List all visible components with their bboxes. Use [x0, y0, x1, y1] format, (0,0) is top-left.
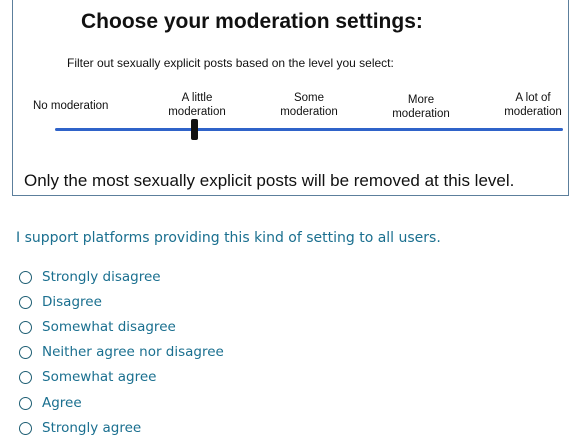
option-label: Somewhat disagree [42, 319, 176, 335]
option-label: Strongly disagree [42, 269, 161, 285]
level-description: Only the most sexually explicit posts wi… [24, 171, 515, 190]
level-label-none: No moderation [33, 99, 108, 113]
option-label: Neither agree nor disagree [42, 344, 224, 360]
option-label: Disagree [42, 294, 102, 310]
option-disagree[interactable]: Disagree [19, 292, 102, 312]
moderation-slider-handle[interactable] [191, 119, 198, 140]
moderation-settings-panel: Choose your moderation settings: Filter … [12, 0, 569, 196]
level-label-line2: moderation [504, 106, 562, 118]
level-label-more: More moderation [385, 93, 457, 121]
level-label-line1: A little [181, 92, 213, 104]
level-label-some: Some moderation [273, 91, 345, 119]
level-label-line2: moderation [280, 106, 338, 118]
level-label-line1: More [407, 94, 435, 106]
radio-button[interactable] [19, 421, 32, 435]
option-strongly-agree[interactable]: Strongly agree [19, 418, 141, 438]
option-label: Agree [42, 395, 82, 411]
settings-title: Choose your moderation settings: [81, 10, 423, 33]
radio-button[interactable] [19, 345, 32, 359]
level-label-a-little: A little moderation [161, 91, 233, 119]
level-label-line2: moderation [168, 106, 226, 118]
radio-button[interactable] [19, 320, 32, 334]
option-somewhat-agree[interactable]: Somewhat agree [19, 367, 156, 387]
settings-subtitle: Filter out sexually explicit posts based… [67, 56, 394, 70]
radio-button[interactable] [19, 295, 32, 309]
level-label-a-lot: A lot of moderation [497, 91, 569, 119]
level-label-line2: moderation [392, 108, 450, 120]
level-label-line1: A lot of [515, 92, 551, 104]
option-label: Somewhat agree [42, 369, 157, 385]
radio-button[interactable] [19, 370, 32, 384]
option-agree[interactable]: Agree [19, 393, 82, 413]
radio-button[interactable] [19, 270, 32, 284]
option-strongly-disagree[interactable]: Strongly disagree [19, 267, 161, 287]
option-somewhat-disagree[interactable]: Somewhat disagree [19, 317, 176, 337]
level-label-line1: No moderation [33, 100, 109, 112]
option-neither[interactable]: Neither agree nor disagree [19, 342, 224, 362]
level-label-line1: Some [293, 92, 325, 104]
radio-button[interactable] [19, 396, 32, 410]
survey-question: I support platforms providing this kind … [16, 230, 441, 246]
moderation-slider-track[interactable] [55, 128, 563, 131]
option-label: Strongly agree [42, 420, 142, 436]
